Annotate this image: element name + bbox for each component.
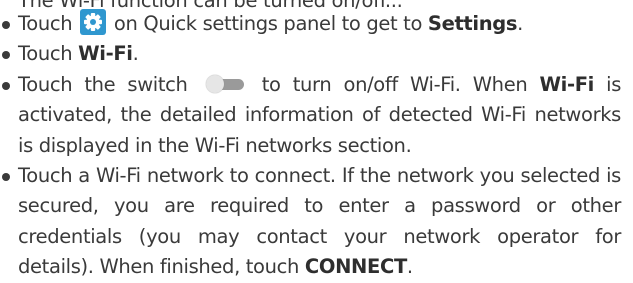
bullet-icon (2, 81, 10, 90)
bullet-icon (2, 21, 10, 29)
list-item-wifi: Touch Wi-Fi. (0, 39, 633, 69)
step-text-before: Touch the switch (18, 72, 200, 96)
instruction-list: Touch on Quick settings panel to get to … (0, 9, 633, 283)
bullet-icon (2, 51, 10, 60)
step-text-before: Touch (18, 12, 79, 35)
step-text-end: . (132, 42, 139, 66)
step-text-after: to turn on/off Wi-Fi. When (249, 72, 540, 96)
step-text-after: on Quick settings panel to get to (108, 12, 428, 35)
list-item-settings: Touch on Quick settings panel to get to … (0, 9, 633, 39)
settings-gear-icon (80, 9, 107, 35)
step-text-bold: CONNECT (304, 255, 407, 279)
step-text-end: . (517, 12, 523, 35)
step-text-bold: Wi-Fi (539, 72, 595, 96)
list-item-connect: Touch a Wi-Fi network to connect. If the… (0, 161, 633, 283)
step-text-end: . (406, 255, 413, 279)
toggle-switch-icon (205, 74, 246, 93)
list-item-switch: Touch the switch to turn on/off Wi-Fi. W… (0, 70, 633, 161)
step-text-bold: Wi-Fi (78, 42, 133, 66)
switch-knob (205, 74, 224, 93)
step-text-before: Touch (18, 42, 79, 66)
bullet-icon (2, 173, 10, 182)
step-text-bold: Settings (427, 12, 518, 35)
